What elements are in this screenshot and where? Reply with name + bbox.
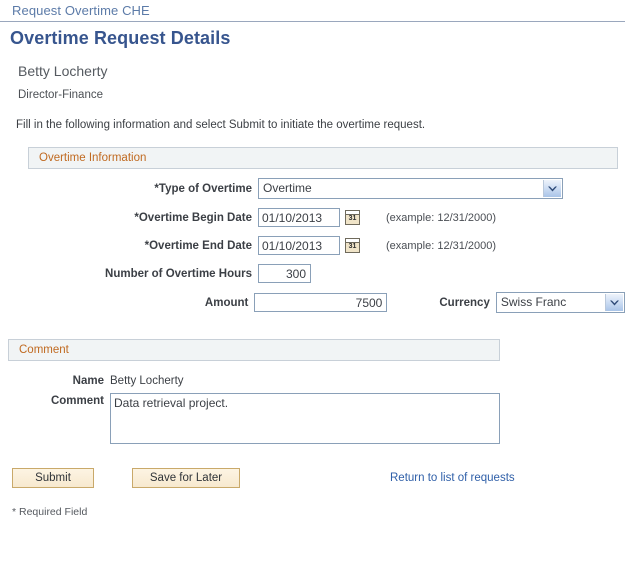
number-of-overtime-hours-input[interactable]: [258, 264, 311, 283]
label-number-of-overtime-hours: Number of Overtime Hours: [0, 268, 258, 280]
row-type-of-overtime: *Type of Overtime Overtime: [0, 178, 625, 199]
calendar-icon-day-number: 31: [346, 242, 359, 252]
label-overtime-end-date: *Overtime End Date: [0, 240, 258, 252]
comment-textarea[interactable]: [110, 393, 500, 444]
label-amount: Amount: [0, 297, 254, 309]
breadcrumb: Request Overtime CHE: [0, 0, 625, 22]
hint-end-date-format: (example: 12/31/2000): [386, 240, 496, 252]
calendar-icon-begin-date[interactable]: 31: [345, 210, 360, 225]
submit-button[interactable]: Submit: [12, 468, 94, 488]
action-buttons-row: Submit Save for Later Return to list of …: [12, 468, 625, 488]
overtime-information-fields: *Type of Overtime Overtime *Overtime Beg…: [0, 178, 625, 313]
row-comment-name: Name Betty Locherty: [0, 375, 625, 387]
hint-begin-date-format: (example: 12/31/2000): [386, 212, 496, 224]
chevron-down-icon[interactable]: [605, 294, 623, 311]
label-type-of-overtime: *Type of Overtime: [0, 183, 258, 195]
calendar-icon-end-date[interactable]: 31: [345, 238, 360, 253]
section-header-overtime-information: Overtime Information: [28, 147, 618, 169]
row-overtime-end-date: *Overtime End Date 31 (example: 12/31/20…: [0, 236, 625, 255]
required-field-note: * Required Field: [12, 506, 625, 518]
section-header-comment: Comment: [8, 339, 500, 361]
instructions-text: Fill in the following information and se…: [0, 101, 625, 131]
calendar-icon-day-number: 31: [346, 214, 359, 224]
select-type-of-overtime[interactable]: Overtime: [258, 178, 563, 199]
label-overtime-begin-date: *Overtime Begin Date: [0, 212, 258, 224]
label-currency: Currency: [387, 297, 496, 309]
overtime-begin-date-input[interactable]: [258, 208, 340, 227]
return-to-list-of-requests-link[interactable]: Return to list of requests: [390, 472, 515, 484]
page-title: Overtime Request Details: [0, 22, 625, 53]
row-number-of-overtime-hours: Number of Overtime Hours: [0, 264, 625, 283]
comment-name-value: Betty Locherty: [110, 375, 184, 387]
breadcrumb-link-request-overtime[interactable]: Request Overtime CHE: [12, 3, 150, 18]
save-for-later-button[interactable]: Save for Later: [132, 468, 240, 488]
select-currency[interactable]: Swiss Franc: [496, 292, 625, 313]
select-type-of-overtime-value: Overtime: [259, 179, 562, 198]
row-amount-currency: Amount Currency Swiss Franc: [0, 292, 625, 313]
employee-job-title: Director-Finance: [0, 79, 625, 101]
row-overtime-begin-date: *Overtime Begin Date 31 (example: 12/31/…: [0, 208, 625, 227]
amount-input[interactable]: [254, 293, 387, 312]
comment-section: Comment Name Betty Locherty Comment: [0, 339, 625, 444]
employee-name: Betty Locherty: [0, 53, 625, 79]
label-comment-name: Name: [0, 375, 110, 387]
chevron-down-icon[interactable]: [543, 180, 561, 197]
row-comment-text: Comment: [0, 393, 625, 444]
label-comment: Comment: [0, 393, 110, 407]
overtime-end-date-input[interactable]: [258, 236, 340, 255]
